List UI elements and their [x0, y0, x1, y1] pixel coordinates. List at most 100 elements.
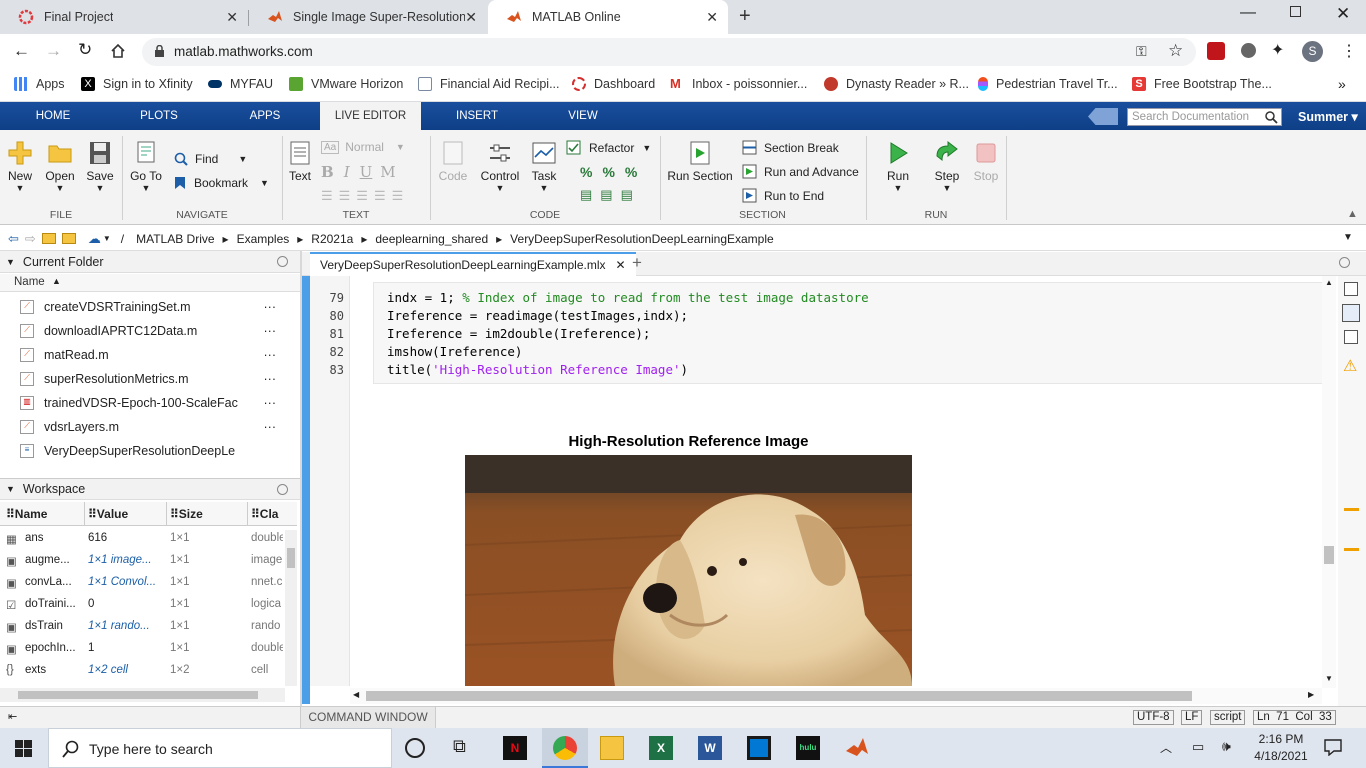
puzzle-icon[interactable]: ✦ — [1271, 40, 1284, 60]
workspace-row[interactable]: {} exts 1×2 cell 1×2 cell — [0, 660, 285, 682]
task-button[interactable]: Task ▼ — [528, 140, 560, 193]
scroll-thumb[interactable] — [1324, 546, 1334, 564]
minimize-icon[interactable]: — — [1240, 4, 1256, 22]
word-icon[interactable]: W — [698, 736, 722, 760]
output-hide-icon[interactable] — [1344, 330, 1358, 344]
new-file-tab-icon[interactable]: + — [632, 253, 642, 273]
close-window-icon[interactable]: ✕ — [1336, 4, 1350, 24]
extension-icon[interactable] — [1241, 43, 1256, 58]
italic-icon[interactable]: I — [344, 163, 350, 181]
col-value[interactable]: ⠿Value — [88, 507, 128, 521]
monospace-icon[interactable]: M — [380, 163, 395, 181]
user-menu[interactable]: Summer ▾ — [1298, 109, 1358, 124]
hscroll-thumb[interactable] — [366, 691, 1192, 701]
code-line[interactable]: indx = 1; % Index of image to read from … — [387, 290, 869, 305]
scroll-left-icon[interactable]: ◀ — [353, 690, 359, 699]
indent-icons[interactable]: ▤▤▤ — [580, 187, 641, 203]
col-class[interactable]: ⠿Cla — [251, 507, 278, 521]
bookmark-vmware[interactable]: VMware Horizon — [289, 77, 403, 91]
file-item[interactable]: ≡ VeryDeepSuperResolutionDeepLe — [0, 439, 290, 463]
refactor-button[interactable]: Refactor ▼ — [566, 140, 651, 155]
tab-home[interactable]: HOME — [0, 102, 106, 130]
editor-vscrollbar[interactable]: ▲ ▼ — [1322, 276, 1336, 688]
matlab-taskbar-icon[interactable] — [845, 736, 869, 760]
path-segment[interactable]: deeplearning_shared — [375, 232, 488, 246]
notifications-icon[interactable] — [1324, 739, 1342, 756]
workspace-row[interactable]: ▣ dsTrain 1×1 rando... 1×1 rando — [0, 616, 285, 638]
quick-access-icon[interactable] — [1088, 108, 1118, 125]
panel-options-icon[interactable] — [277, 484, 288, 495]
close-tab-icon[interactable]: ✕ — [706, 9, 718, 26]
browser-tab-matlab-online[interactable]: MATLAB Online ✕ — [488, 0, 728, 34]
output-right-icon[interactable] — [1344, 282, 1358, 296]
profile-avatar[interactable]: S — [1302, 41, 1323, 62]
warning-icon[interactable]: ⚠ — [1343, 356, 1357, 376]
tab-plots[interactable]: PLOTS — [106, 102, 212, 130]
file-explorer-icon[interactable] — [600, 736, 624, 760]
code-line[interactable]: title('High-Resolution Reference Image') — [387, 362, 688, 377]
file-item[interactable]: ⟋ createVDSRTrainingSet.m ··· — [0, 295, 290, 319]
close-file-icon[interactable]: ✕ — [616, 258, 626, 272]
warning-marker[interactable] — [1344, 508, 1359, 511]
text-style-dropdown[interactable]: Aa Normal ▼ — [321, 140, 405, 154]
new-button[interactable]: New ▼ — [4, 140, 36, 193]
tab-view[interactable]: VIEW — [530, 102, 636, 130]
code-line[interactable]: imshow(Ireference) — [387, 344, 522, 359]
bookmark-apps[interactable]: Apps — [14, 77, 65, 91]
taskbar-search-box[interactable]: Type here to search — [48, 728, 392, 768]
bookmark-dashboard[interactable]: Dashboard — [572, 77, 655, 91]
path-segment[interactable]: VeryDeepSuperResolutionDeepLearningExamp… — [510, 232, 774, 246]
file-actions-icon[interactable]: ··· — [264, 324, 277, 338]
step-button[interactable]: Step ▼ — [930, 140, 964, 193]
file-actions-icon[interactable]: ··· — [264, 348, 277, 362]
more-bookmarks-icon[interactable]: » — [1338, 76, 1346, 92]
chevron-up-icon[interactable]: ︿ — [1160, 739, 1172, 756]
bookmark-button[interactable]: Bookmark ▼ — [174, 176, 269, 190]
forward-icon[interactable]: ⇨ — [25, 231, 36, 247]
editor-hscrollbar[interactable]: ◀ ▶ — [350, 688, 1322, 704]
browse-folder-icon[interactable] — [61, 233, 76, 244]
address-bar[interactable]: matlab.mathworks.com ⚿ ☆ — [142, 38, 1196, 66]
panel-options-icon[interactable] — [277, 256, 288, 267]
star-icon[interactable]: ☆ — [1168, 41, 1183, 61]
file-item[interactable]: ⟋ superResolutionMetrics.m ··· — [0, 367, 290, 391]
workspace-row[interactable]: ▣ epochIn... 1 1×1 double — [0, 638, 285, 660]
run-to-end-button[interactable]: Run to End — [742, 188, 824, 203]
home-icon[interactable] — [110, 43, 126, 59]
file-item[interactable]: ⟋ downloadIAPRTC12Data.m ··· — [0, 319, 290, 343]
output-inline-icon[interactable] — [1342, 304, 1360, 322]
browser-tab-super-resolution[interactable]: Single Image Super-Resolution U ✕ — [249, 0, 487, 34]
collapse-ribbon-icon[interactable]: ▲ — [1347, 208, 1358, 220]
close-tab-icon[interactable]: ✕ — [226, 9, 238, 26]
windows-start-icon[interactable] — [15, 740, 32, 757]
key-icon[interactable]: ⚿ — [1136, 43, 1147, 60]
search-documentation-input[interactable]: Search Documentation — [1127, 108, 1282, 126]
workspace-scrollbar[interactable] — [285, 530, 297, 686]
dog-photo[interactable] — [465, 455, 912, 686]
workspace-row[interactable]: ☑ doTraini... 0 1×1 logica — [0, 594, 285, 616]
bookmark-pedestrian[interactable]: Pedestrian Travel Tr... — [978, 77, 1118, 91]
code-line[interactable]: Ireference = readimage(testImages,indx); — [387, 308, 688, 323]
close-tab-icon[interactable]: ✕ — [465, 9, 477, 26]
col-size[interactable]: ⠿Size — [170, 507, 203, 521]
run-button[interactable]: Run ▼ — [882, 140, 914, 193]
bookmark-bootstrap[interactable]: S Free Bootstrap The... — [1132, 77, 1272, 91]
find-button[interactable]: Find ▼ — [174, 152, 247, 166]
workspace-hscrollbar[interactable] — [0, 688, 285, 702]
back-icon[interactable]: ⇦ — [8, 231, 19, 247]
text-button[interactable]: Text — [286, 140, 314, 183]
path-root[interactable]: / — [121, 232, 124, 246]
up-folder-icon[interactable] — [41, 233, 56, 244]
editor-options-icon[interactable] — [1339, 257, 1350, 268]
workspace-row[interactable]: ▣ convLa... 1×1 Convol... 1×1 nnet.c — [0, 572, 285, 594]
cortana-icon[interactable] — [405, 738, 425, 758]
folder-column-header[interactable]: Name ▲ — [0, 274, 300, 292]
tab-apps[interactable]: APPS — [212, 102, 318, 130]
code-line[interactable]: Ireference = im2double(Ireference); — [387, 326, 650, 341]
path-segment[interactable]: Examples — [237, 232, 290, 246]
tab-live-editor[interactable]: LIVE EDITOR — [320, 102, 421, 130]
path-segment[interactable]: MATLAB Drive — [136, 232, 214, 246]
taskbar-clock[interactable]: 2:16 PM 4/18/2021 — [1248, 731, 1314, 765]
volume-icon[interactable]: 🕪 — [1222, 738, 1231, 755]
underline-icon[interactable]: U — [360, 163, 373, 181]
